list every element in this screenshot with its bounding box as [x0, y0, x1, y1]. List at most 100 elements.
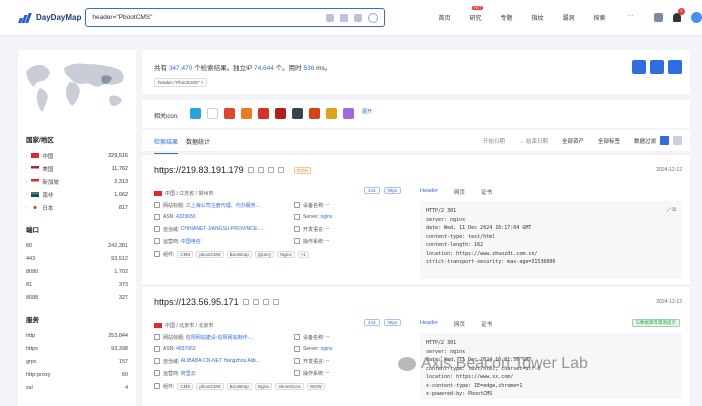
asn-icon: [154, 214, 160, 220]
compare-icon[interactable]: [272, 299, 279, 305]
copy-icon[interactable]: [247, 167, 254, 173]
search-icon[interactable]: [368, 12, 378, 23]
favicon-icon[interactable]: [326, 108, 337, 119]
favicon-icon[interactable]: [258, 108, 269, 119]
asn-value[interactable]: 4837963: [176, 346, 195, 352]
port-item[interactable]: 8088 327: [18, 291, 136, 304]
site-title[interactable]: 信阳网站建设-信阳网站制作-...: [186, 334, 254, 341]
bell-icon[interactable]: 9: [673, 8, 685, 22]
component-tag[interactable]: Bootstrap: [226, 250, 252, 258]
favicon-icon[interactable]: [224, 108, 235, 119]
copy-icon[interactable]: [242, 299, 249, 305]
service-item[interactable]: grpc 157: [18, 355, 136, 368]
port-tag[interactable]: 443: [364, 187, 380, 194]
as-value[interactable]: CHINANET-JIANGSU-PROVINCE-...: [181, 226, 263, 232]
settings-icon[interactable]: [267, 167, 274, 173]
tab-results[interactable]: 检索结果: [154, 137, 179, 154]
country-item[interactable]: › 新加坡 2,313: [18, 175, 136, 188]
download-icon[interactable]: [668, 60, 682, 74]
data-filter[interactable]: 数据过滤: [634, 137, 656, 145]
port-item[interactable]: 80 242,381: [18, 239, 136, 252]
screenshot-icon[interactable]: [252, 299, 259, 305]
port-item[interactable]: 8080 1,702: [18, 265, 136, 278]
tag-filter[interactable]: 全部标签: [598, 137, 620, 145]
component-tag[interactable]: CMS: [177, 250, 194, 258]
logo[interactable]: DayDayMap: [18, 12, 81, 23]
tab-header[interactable]: Header: [420, 320, 438, 328]
favicon-icon[interactable]: [190, 108, 201, 119]
component-tag[interactable]: Bootstrap: [226, 382, 252, 390]
export-icon[interactable]: [632, 60, 646, 74]
screenshot-icon[interactable]: [257, 167, 264, 173]
expand-copy-icons[interactable]: ⤢ ⧉: [667, 207, 676, 213]
component-tag[interactable]: jQuery: [254, 250, 275, 258]
favicon-icon[interactable]: [241, 108, 252, 119]
service-item[interactable]: https 93,398: [18, 342, 136, 355]
component-tag[interactable]: CMS: [177, 382, 194, 390]
protocol-tag[interactable]: https: [383, 319, 402, 326]
nav-more[interactable]: ···: [615, 13, 646, 22]
component-tag[interactable]: Nginx: [254, 382, 273, 390]
as-value[interactable]: ALIBABA-CN-NET Hangzhou Alib...: [181, 358, 260, 364]
isp-value[interactable]: 阿里云: [181, 370, 196, 377]
port-tag[interactable]: 443: [364, 319, 380, 326]
tab-stats[interactable]: 数据统计: [186, 137, 210, 146]
nav-research[interactable]: HOT 研究: [460, 6, 491, 22]
component-tag[interactable]: Nginx: [277, 250, 295, 258]
service-item[interactable]: http-proxy 60: [18, 368, 136, 381]
nav-vulns[interactable]: 漏洞: [553, 13, 584, 22]
nav-explore[interactable]: 探索: [584, 13, 615, 22]
translate-icon[interactable]: [654, 13, 663, 22]
avatar[interactable]: [691, 12, 702, 23]
service-item[interactable]: http 253,844: [18, 329, 136, 342]
result-date: 2024-12-12: [656, 167, 682, 173]
favicon-icon[interactable]: [343, 108, 354, 119]
component-tag[interactable]: pbootCMS: [196, 250, 224, 258]
country-item[interactable]: › 南非 1,662: [18, 188, 136, 201]
port-item[interactable]: 443 93,512: [18, 252, 136, 265]
component-tag[interactable]: pbootCMS: [196, 382, 224, 390]
nav-fingerprint[interactable]: 指纹: [522, 13, 553, 22]
country-item[interactable]: › 美国 11,762: [18, 162, 136, 175]
component-tag[interactable]: WOW: [306, 382, 325, 390]
vuln-hint-tag[interactable]: 与数据库等漏洞提示: [631, 319, 680, 327]
favicon-icon[interactable]: [275, 108, 286, 119]
result-url[interactable]: https://219.83.191.179: [154, 165, 244, 175]
tab-webpage[interactable]: 网页: [454, 320, 465, 328]
result-url[interactable]: https://123.56.95.171: [154, 297, 239, 307]
asn-value[interactable]: 4323650: [176, 214, 195, 220]
port-item[interactable]: 81 373: [18, 278, 136, 291]
tab-header[interactable]: Header: [420, 188, 438, 196]
tab-cert[interactable]: 证书: [481, 188, 492, 196]
country-item[interactable]: › 中国 329,516: [18, 149, 136, 162]
settings-icon[interactable]: [262, 299, 269, 305]
start-date-input[interactable]: 开始日期: [483, 137, 505, 145]
star-icon[interactable]: [326, 13, 334, 22]
favicon-icon[interactable]: [309, 108, 320, 119]
site-title[interactable]: 江上海公司注册代理、代办服务...: [186, 202, 260, 209]
favicon-icon[interactable]: [292, 108, 303, 119]
search-box[interactable]: [85, 8, 385, 27]
grid-icon[interactable]: [354, 13, 362, 22]
nav-home[interactable]: 首页: [429, 13, 460, 22]
nav-topics[interactable]: 专题: [491, 13, 522, 22]
favicon-icon[interactable]: [207, 108, 218, 119]
print-icon[interactable]: [340, 13, 348, 22]
asset-filter[interactable]: 全部资产: [562, 137, 584, 145]
compare-icon[interactable]: [277, 167, 284, 173]
expand-link[interactable]: 展开: [362, 108, 373, 119]
folder-icon[interactable]: [650, 60, 664, 74]
tab-cert[interactable]: 证书: [481, 320, 492, 328]
component-tag[interactable]: ekmeticcss: [275, 382, 304, 390]
protocol-tag[interactable]: https: [383, 187, 402, 194]
country-item[interactable]: › 日本 817: [18, 201, 136, 214]
component-tag[interactable]: +1: [297, 250, 309, 258]
list-view-icon[interactable]: [673, 136, 682, 145]
service-item[interactable]: ssl 4: [18, 381, 136, 394]
isp-value[interactable]: 中国电信: [181, 238, 201, 245]
search-input[interactable]: [92, 14, 326, 21]
end-date-input[interactable]: → 结束日期: [519, 137, 548, 145]
query-tag[interactable]: header="PbootCMS" ×: [154, 78, 208, 87]
tab-webpage[interactable]: 网页: [454, 188, 465, 196]
grid-view-icon[interactable]: [660, 136, 669, 145]
